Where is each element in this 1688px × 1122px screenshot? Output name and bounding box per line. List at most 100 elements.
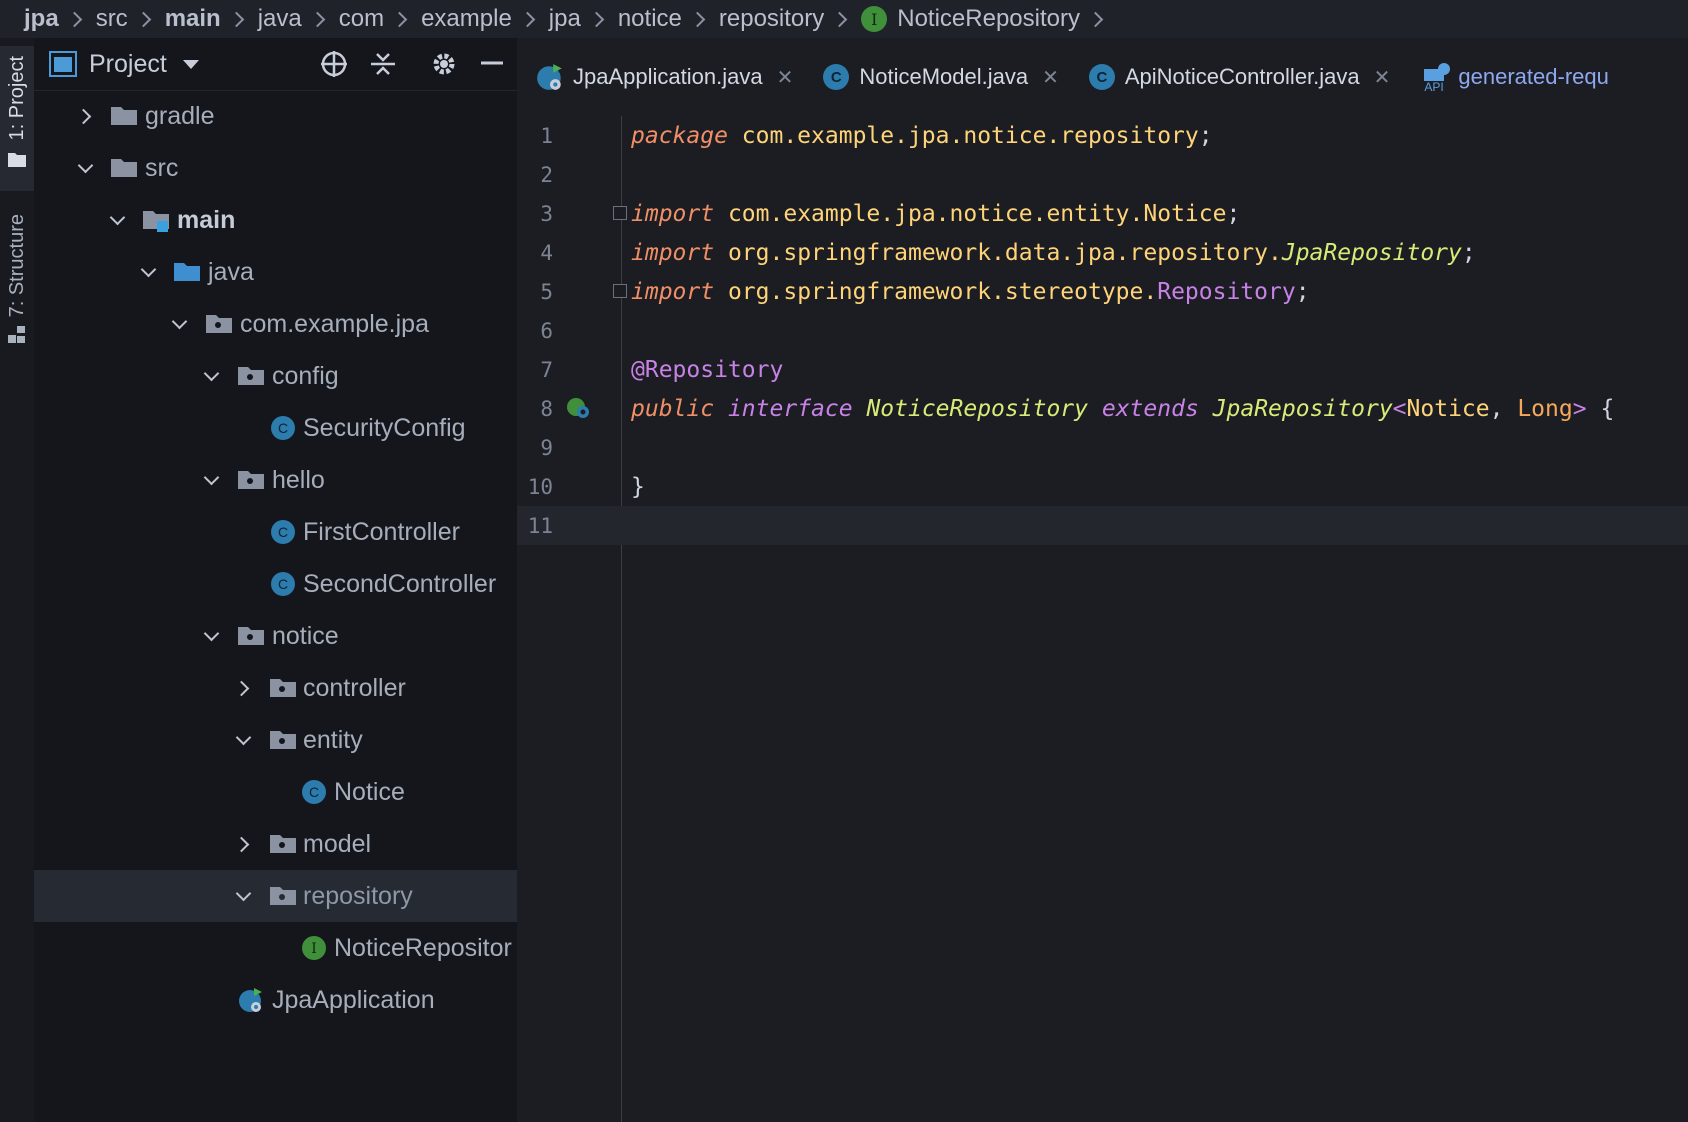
breadcrumb-notice[interactable]: notice bbox=[618, 5, 719, 33]
class-icon: C bbox=[271, 572, 295, 596]
close-tab-icon[interactable]: ✕ bbox=[1042, 65, 1059, 90]
class-icon: C bbox=[302, 780, 326, 804]
tool-window-project-tab[interactable]: 1: Project bbox=[0, 46, 34, 191]
code-line-5: 5 import org.springframework.stereotype.… bbox=[517, 272, 1688, 311]
svg-text:C: C bbox=[278, 420, 288, 436]
collapse-arrow-icon[interactable] bbox=[137, 261, 159, 283]
tab-generated-requests[interactable]: API generated-requ bbox=[1402, 38, 1620, 116]
chevron-right-icon bbox=[689, 11, 706, 27]
svg-text:API: API bbox=[1425, 80, 1444, 93]
close-tab-icon[interactable]: ✕ bbox=[1374, 65, 1391, 90]
tree-node-hello[interactable]: hello bbox=[34, 454, 517, 506]
collapse-arrow-icon[interactable] bbox=[232, 729, 254, 751]
collapse-arrow-icon[interactable] bbox=[106, 209, 128, 231]
breadcrumb-example[interactable]: example bbox=[421, 5, 549, 33]
chevron-right-icon bbox=[66, 11, 82, 27]
svg-text:C: C bbox=[309, 784, 319, 800]
fold-marker-icon[interactable] bbox=[613, 284, 627, 298]
spring-bean-gutter-icon[interactable] bbox=[565, 395, 591, 421]
collapse-arrow-icon[interactable] bbox=[232, 885, 254, 907]
collapse-arrow-icon[interactable] bbox=[200, 365, 222, 387]
dropdown-caret-icon[interactable] bbox=[182, 59, 199, 69]
line-number: 8 bbox=[540, 396, 553, 421]
expand-arrow-icon[interactable] bbox=[74, 105, 96, 127]
folder-icon bbox=[111, 107, 137, 125]
tree-node-firstcontroller[interactable]: C FirstController bbox=[34, 506, 517, 558]
code-line-2: 2 bbox=[517, 155, 1688, 194]
line-number: 1 bbox=[540, 123, 553, 148]
breadcrumb-main[interactable]: main bbox=[165, 5, 258, 33]
collapse-arrow-icon[interactable] bbox=[200, 469, 222, 491]
collapse-arrow-icon[interactable] bbox=[200, 625, 222, 647]
tree-node-entity[interactable]: entity bbox=[34, 714, 517, 766]
package-icon bbox=[270, 887, 296, 905]
tab-jpaapplication[interactable]: JpaApplication.java ✕ bbox=[517, 38, 805, 116]
tree-node-secondcontroller[interactable]: C SecondController bbox=[34, 558, 517, 610]
tree-node-config[interactable]: config bbox=[34, 350, 517, 402]
breadcrumb-repository[interactable]: repository bbox=[719, 5, 861, 33]
breadcrumb-notice-repository[interactable]: I NoticeRepository bbox=[861, 5, 1117, 33]
tree-node-repository[interactable]: repository bbox=[34, 870, 517, 922]
tree-node-notice[interactable]: notice bbox=[34, 610, 517, 662]
tool-window-structure-tab[interactable]: 7: Structure bbox=[0, 208, 34, 358]
tree-node-controller[interactable]: controller bbox=[34, 662, 517, 714]
tree-node-notice-class[interactable]: C Notice bbox=[34, 766, 517, 818]
code-editor[interactable]: 1 package com.example.jpa.notice.reposit… bbox=[517, 116, 1688, 1122]
chevron-right-icon bbox=[309, 11, 326, 27]
tree-node-src[interactable]: src bbox=[34, 142, 517, 194]
tree-node-jpaapplication[interactable]: JpaApplication bbox=[34, 974, 517, 1026]
tab-apinoticecontroller[interactable]: C ApiNoticeController.java ✕ bbox=[1071, 38, 1403, 116]
chevron-right-icon bbox=[588, 11, 605, 27]
breadcrumb-src[interactable]: src bbox=[96, 5, 165, 33]
svg-text:C: C bbox=[278, 576, 288, 592]
class-icon: C bbox=[271, 520, 295, 544]
close-tab-icon[interactable]: ✕ bbox=[777, 65, 794, 90]
package-icon bbox=[270, 731, 296, 749]
tree-node-noticerepository[interactable]: I NoticeRepositor bbox=[34, 922, 517, 974]
fold-marker-icon[interactable] bbox=[613, 206, 627, 220]
line-number: 2 bbox=[540, 162, 553, 187]
interface-icon: I bbox=[302, 936, 326, 960]
code-line-9: 9 bbox=[517, 428, 1688, 467]
breadcrumb-jpa[interactable]: jpa bbox=[24, 5, 96, 33]
code-line-3: 3 import com.example.jpa.notice.entity.N… bbox=[517, 194, 1688, 233]
gear-icon[interactable] bbox=[429, 49, 459, 79]
breadcrumb-com[interactable]: com bbox=[339, 5, 421, 33]
code-line-10: 10 } bbox=[517, 467, 1688, 506]
java-source-folder-icon bbox=[174, 263, 200, 281]
breadcrumb-java[interactable]: java bbox=[258, 5, 339, 33]
chevron-right-icon bbox=[519, 11, 536, 27]
tree-node-model[interactable]: model bbox=[34, 818, 517, 870]
navigation-breadcrumb: jpa src main java com example jpa notice… bbox=[0, 0, 1688, 38]
hide-panel-icon[interactable] bbox=[477, 49, 507, 79]
project-view-selector[interactable]: Project bbox=[89, 50, 167, 79]
locate-file-icon[interactable] bbox=[319, 49, 349, 79]
interface-icon: I bbox=[861, 6, 888, 32]
project-tool-window: Project gradle src main java com.example… bbox=[34, 38, 517, 1122]
collapse-arrow-icon[interactable] bbox=[168, 313, 190, 335]
tree-node-securityconfig[interactable]: C SecurityConfig bbox=[34, 402, 517, 454]
collapse-arrow-icon[interactable] bbox=[74, 157, 96, 179]
line-number: 6 bbox=[540, 318, 553, 343]
line-number: 3 bbox=[540, 201, 553, 226]
breadcrumb-jpa-package[interactable]: jpa bbox=[549, 5, 618, 33]
chevron-right-icon bbox=[135, 11, 151, 27]
collapse-all-icon[interactable] bbox=[368, 49, 398, 79]
tree-node-java[interactable]: java bbox=[34, 246, 517, 298]
api-file-icon: API bbox=[1424, 63, 1451, 93]
code-line-1: 1 package com.example.jpa.notice.reposit… bbox=[517, 116, 1688, 155]
line-number: 4 bbox=[540, 240, 553, 265]
package-icon bbox=[270, 835, 296, 853]
code-line-11: 11 bbox=[517, 506, 1688, 545]
expand-arrow-icon[interactable] bbox=[232, 677, 254, 699]
line-number: 10 bbox=[527, 474, 553, 499]
tree-node-main[interactable]: main bbox=[34, 194, 517, 246]
editor-tab-bar: JpaApplication.java ✕ C NoticeModel.java… bbox=[517, 38, 1688, 116]
tab-noticemodel[interactable]: C NoticeModel.java ✕ bbox=[805, 38, 1071, 116]
line-number: 5 bbox=[540, 279, 553, 304]
tree-node-gradle[interactable]: gradle bbox=[34, 90, 517, 142]
source-root-folder-icon bbox=[143, 211, 169, 232]
expand-arrow-icon[interactable] bbox=[232, 833, 254, 855]
code-line-7: 7 @Repository bbox=[517, 350, 1688, 389]
tree-node-com-example-jpa[interactable]: com.example.jpa bbox=[34, 298, 517, 350]
